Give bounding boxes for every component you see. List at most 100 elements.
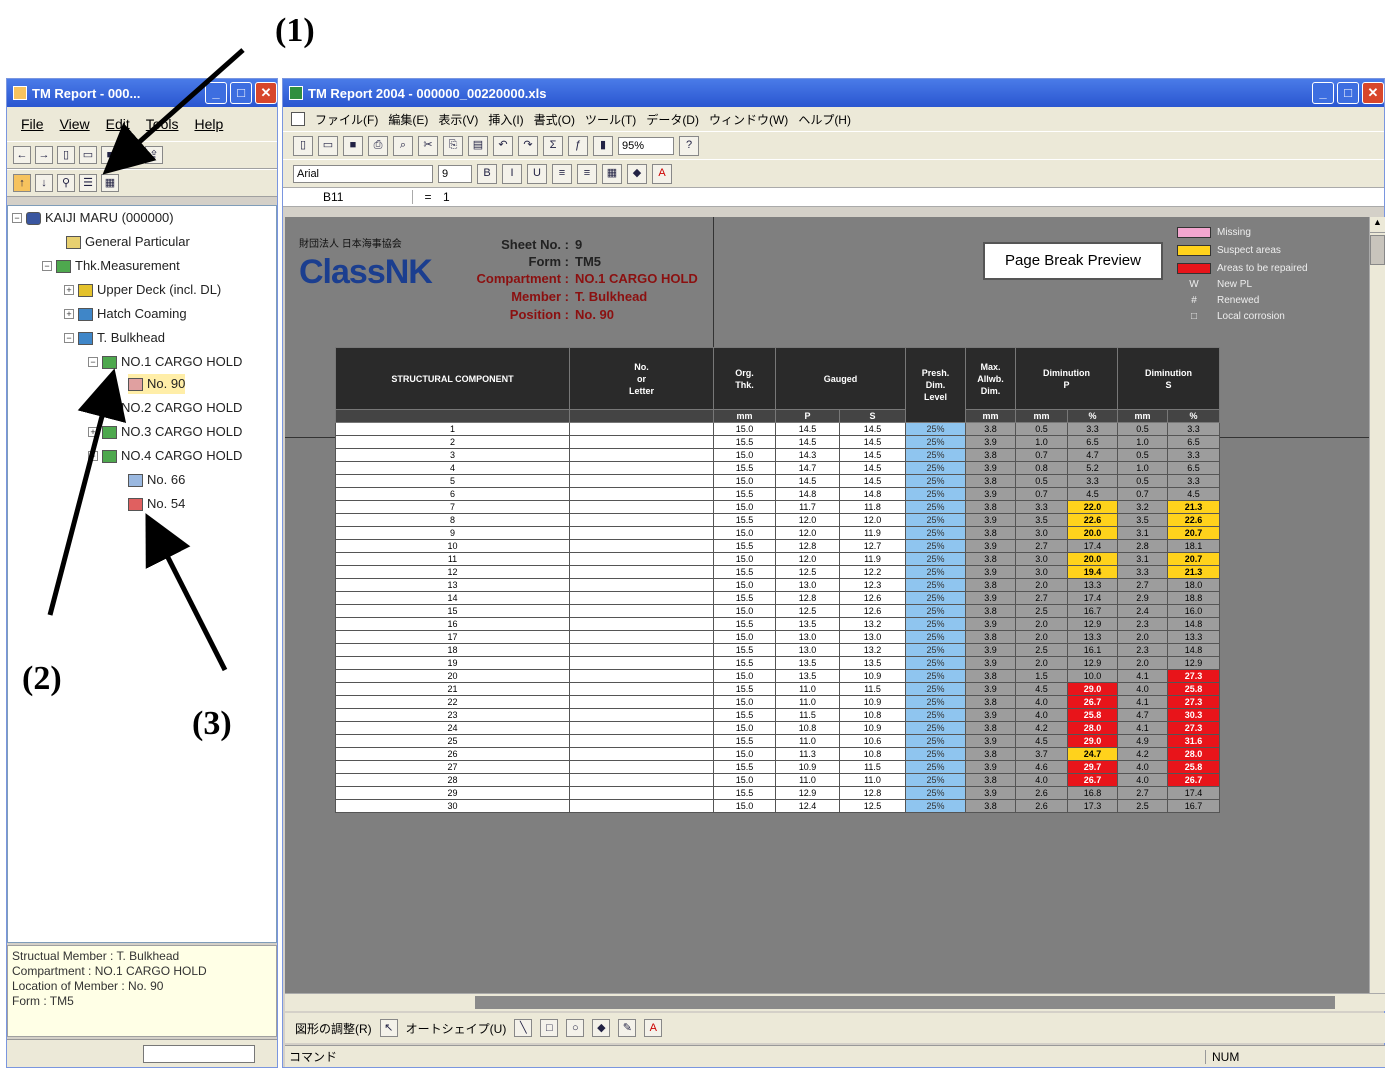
paste-icon[interactable]: ▤ — [468, 135, 488, 156]
menu-edit[interactable]: Edit — [106, 116, 130, 132]
underline-icon[interactable]: U — [527, 163, 547, 184]
cell-org-thk[interactable]: 15.5 — [713, 513, 776, 527]
cell-no-letter[interactable] — [569, 526, 714, 540]
cell-component[interactable]: 6 — [335, 487, 570, 501]
cell-max-allwb[interactable]: 3.8 — [965, 747, 1016, 761]
restore-button[interactable]: □ — [1337, 82, 1359, 104]
vertical-scrollbar[interactable]: ▲ — [1369, 217, 1385, 993]
cell-presh-level[interactable]: 25% — [905, 682, 966, 696]
cell-gauged-s[interactable]: 11.5 — [839, 682, 906, 696]
sort-desc-icon[interactable]: ↓ — [35, 174, 53, 192]
collapse-icon[interactable]: − — [64, 333, 74, 343]
cell-no-letter[interactable] — [569, 474, 714, 488]
cell-dim-s-mm[interactable]: 0.5 — [1117, 474, 1168, 488]
new-icon[interactable]: ▯ — [293, 135, 313, 156]
cell-gauged-p[interactable]: 11.3 — [775, 747, 840, 761]
align-left-icon[interactable]: ≡ — [552, 163, 572, 184]
cell-org-thk[interactable]: 15.0 — [713, 552, 776, 566]
cell-dim-s-pct[interactable]: 18.1 — [1167, 539, 1220, 553]
cell-org-thk[interactable]: 15.5 — [713, 539, 776, 553]
cell-dim-p-pct[interactable]: 29.0 — [1067, 682, 1118, 696]
cell-dim-s-pct[interactable]: 20.7 — [1167, 552, 1220, 566]
cell-gauged-p[interactable]: 14.3 — [775, 448, 840, 462]
chart-icon[interactable]: ▮ — [593, 135, 613, 156]
cell-dim-s-mm[interactable]: 4.0 — [1117, 682, 1168, 696]
tree-item-general[interactable]: General Particular — [66, 232, 190, 252]
cell-gauged-s[interactable]: 10.8 — [839, 708, 906, 722]
cell-component[interactable]: 23 — [335, 708, 570, 722]
cell-no-letter[interactable] — [569, 656, 714, 670]
cell-gauged-s[interactable]: 12.7 — [839, 539, 906, 553]
cell-gauged-s[interactable]: 10.9 — [839, 721, 906, 735]
undo-icon[interactable]: ↶ — [493, 135, 513, 156]
cell-dim-p-mm[interactable]: 2.7 — [1015, 591, 1068, 605]
cell-presh-level[interactable]: 25% — [905, 474, 966, 488]
table-row[interactable]: 27 15.5 10.9 11.5 25% 3.9 4.6 29.7 4.0 25.8 — [335, 760, 1220, 774]
cell-org-thk[interactable]: 15.5 — [713, 461, 776, 475]
cell-component[interactable]: 5 — [335, 474, 570, 488]
table-row[interactable]: 22 15.0 11.0 10.9 25% 3.8 4.0 26.7 4.1 27.3 — [335, 695, 1220, 709]
cell-dim-p-mm[interactable]: 3.0 — [1015, 526, 1068, 540]
table-row[interactable]: 9 15.0 12.0 11.9 25% 3.8 3.0 20.0 3.1 20.7 — [335, 526, 1220, 540]
cell-dim-p-pct[interactable]: 6.5 — [1067, 435, 1118, 449]
menu-file[interactable]: File — [21, 116, 44, 132]
table-row[interactable]: 18 15.5 13.0 13.2 25% 3.9 2.5 16.1 2.3 14.8 — [335, 643, 1220, 657]
cell-org-thk[interactable]: 15.0 — [713, 799, 776, 813]
menu-view[interactable]: 表示(V) — [438, 111, 478, 128]
cell-gauged-p[interactable]: 14.8 — [775, 487, 840, 501]
cell-no-letter[interactable] — [569, 669, 714, 683]
tree-item-no54[interactable]: No. 54 — [128, 494, 185, 514]
cell-dim-p-pct[interactable]: 17.3 — [1067, 799, 1118, 813]
cell-dim-s-mm[interactable]: 2.7 — [1117, 578, 1168, 592]
cell-gauged-p[interactable]: 11.0 — [775, 682, 840, 696]
pointer-icon[interactable]: ↖ — [379, 1019, 398, 1037]
cell-dim-s-pct[interactable]: 13.3 — [1167, 630, 1220, 644]
cell-org-thk[interactable]: 15.5 — [713, 708, 776, 722]
cell-dim-p-pct[interactable]: 3.3 — [1067, 474, 1118, 488]
cell-gauged-s[interactable]: 10.9 — [839, 695, 906, 709]
cell-presh-level[interactable]: 25% — [905, 500, 966, 514]
cell-dim-s-mm[interactable]: 3.5 — [1117, 513, 1168, 527]
cell-presh-level[interactable]: 25% — [905, 422, 966, 436]
tree-item-hold1[interactable]: − NO.1 CARGO HOLD — [88, 352, 242, 372]
cell-dim-s-pct[interactable]: 21.3 — [1167, 500, 1220, 514]
cell-max-allwb[interactable]: 3.8 — [965, 474, 1016, 488]
expand-icon[interactable]: + — [88, 427, 98, 437]
cell-component[interactable]: 12 — [335, 565, 570, 579]
table-row[interactable]: 19 15.5 13.5 13.5 25% 3.9 2.0 12.9 2.0 12.9 — [335, 656, 1220, 670]
font-color-icon[interactable]: A — [652, 163, 672, 184]
cell-dim-s-mm[interactable]: 4.2 — [1117, 747, 1168, 761]
expand-icon[interactable]: + — [88, 403, 98, 413]
menu-window[interactable]: ウィンドウ(W) — [709, 111, 788, 128]
cell-presh-level[interactable]: 25% — [905, 773, 966, 787]
cell-gauged-s[interactable]: 11.5 — [839, 760, 906, 774]
cell-dim-s-pct[interactable]: 18.8 — [1167, 591, 1220, 605]
cell-dim-p-pct[interactable]: 26.7 — [1067, 695, 1118, 709]
cell-max-allwb[interactable]: 3.9 — [965, 708, 1016, 722]
cell-dim-p-pct[interactable]: 16.1 — [1067, 643, 1118, 657]
cell-presh-level[interactable]: 25% — [905, 539, 966, 553]
cell-dim-s-pct[interactable]: 28.0 — [1167, 747, 1220, 761]
bold-icon[interactable]: B — [477, 163, 497, 184]
cell-dim-p-pct[interactable]: 22.6 — [1067, 513, 1118, 527]
cell-presh-level[interactable]: 25% — [905, 591, 966, 605]
menu-format[interactable]: 書式(O) — [534, 111, 575, 128]
close-button[interactable]: ✕ — [1362, 82, 1384, 104]
table-row[interactable]: 26 15.0 11.3 10.8 25% 3.8 3.7 24.7 4.2 28.0 — [335, 747, 1220, 761]
cell-no-letter[interactable] — [569, 448, 714, 462]
cell-dim-s-mm[interactable]: 4.7 — [1117, 708, 1168, 722]
cell-gauged-s[interactable]: 11.0 — [839, 773, 906, 787]
cell-gauged-s[interactable]: 14.5 — [839, 474, 906, 488]
cell-dim-p-pct[interactable]: 29.0 — [1067, 734, 1118, 748]
maximize-button[interactable]: □ — [230, 82, 252, 104]
cell-dim-p-pct[interactable]: 29.7 — [1067, 760, 1118, 774]
menu-file[interactable]: ファイル(F) — [315, 111, 378, 128]
cell-gauged-p[interactable]: 14.5 — [775, 474, 840, 488]
cell-dim-p-mm[interactable]: 3.0 — [1015, 565, 1068, 579]
cell-gauged-s[interactable]: 12.2 — [839, 565, 906, 579]
tree-item-no90[interactable]: No. 90 — [128, 374, 186, 394]
tree-item-upper-deck[interactable]: + Upper Deck (incl. DL) — [64, 280, 221, 300]
cell-presh-level[interactable]: 25% — [905, 721, 966, 735]
cell-gauged-p[interactable]: 11.0 — [775, 773, 840, 787]
export-icon[interactable]: ⇪ — [145, 146, 163, 164]
